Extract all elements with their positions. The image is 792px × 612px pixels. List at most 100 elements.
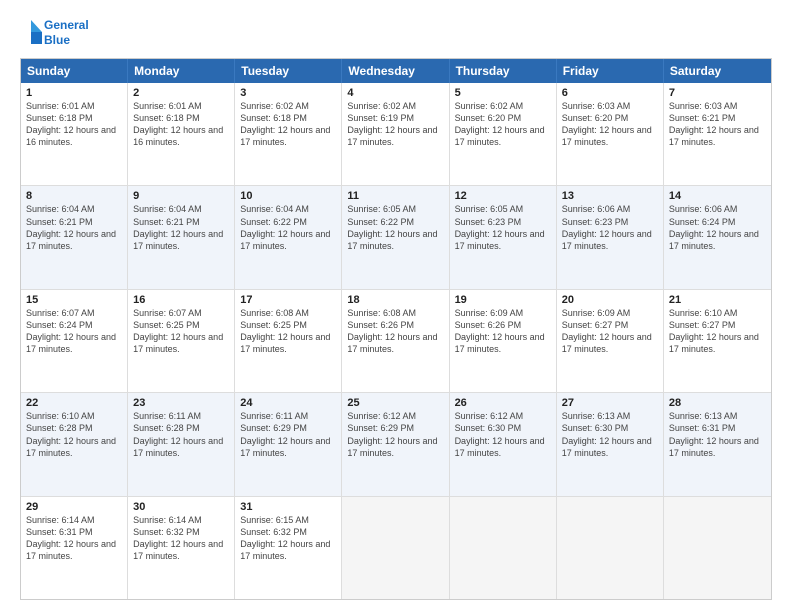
day-number: 9 bbox=[133, 190, 229, 202]
sunset-label: Sunset: 6:22 PM bbox=[347, 217, 414, 227]
daylight-label: Daylight: 12 hours and 17 minutes. bbox=[669, 229, 759, 251]
day-info: Sunrise: 6:04 AM Sunset: 6:22 PM Dayligh… bbox=[240, 203, 336, 252]
daylight-label: Daylight: 12 hours and 17 minutes. bbox=[133, 539, 223, 561]
empty-cell bbox=[450, 497, 557, 599]
sunset-label: Sunset: 6:25 PM bbox=[240, 320, 307, 330]
daylight-label: Daylight: 12 hours and 17 minutes. bbox=[133, 229, 223, 251]
day-cell-4: 4 Sunrise: 6:02 AM Sunset: 6:19 PM Dayli… bbox=[342, 83, 449, 185]
sunset-label: Sunset: 6:31 PM bbox=[669, 423, 736, 433]
day-cell-25: 25 Sunrise: 6:12 AM Sunset: 6:29 PM Dayl… bbox=[342, 393, 449, 495]
day-number: 25 bbox=[347, 397, 443, 409]
day-info: Sunrise: 6:01 AM Sunset: 6:18 PM Dayligh… bbox=[133, 100, 229, 149]
day-info: Sunrise: 6:11 AM Sunset: 6:28 PM Dayligh… bbox=[133, 410, 229, 459]
day-cell-10: 10 Sunrise: 6:04 AM Sunset: 6:22 PM Dayl… bbox=[235, 186, 342, 288]
sunrise-label: Sunrise: 6:07 AM bbox=[133, 308, 202, 318]
sunrise-label: Sunrise: 6:12 AM bbox=[347, 411, 416, 421]
day-cell-26: 26 Sunrise: 6:12 AM Sunset: 6:30 PM Dayl… bbox=[450, 393, 557, 495]
sunrise-label: Sunrise: 6:01 AM bbox=[26, 101, 95, 111]
day-number: 14 bbox=[669, 190, 766, 202]
day-cell-6: 6 Sunrise: 6:03 AM Sunset: 6:20 PM Dayli… bbox=[557, 83, 664, 185]
daylight-label: Daylight: 12 hours and 17 minutes. bbox=[26, 539, 116, 561]
daylight-label: Daylight: 12 hours and 17 minutes. bbox=[240, 436, 330, 458]
logo-text: General Blue bbox=[44, 18, 89, 48]
logo-bird-icon bbox=[20, 18, 42, 48]
sunrise-label: Sunrise: 6:02 AM bbox=[347, 101, 416, 111]
sunset-label: Sunset: 6:18 PM bbox=[26, 113, 93, 123]
day-number: 18 bbox=[347, 294, 443, 306]
day-number: 5 bbox=[455, 87, 551, 99]
day-info: Sunrise: 6:07 AM Sunset: 6:24 PM Dayligh… bbox=[26, 307, 122, 356]
header: General Blue bbox=[20, 18, 772, 48]
day-of-week-tuesday: Tuesday bbox=[235, 59, 342, 83]
daylight-label: Daylight: 12 hours and 17 minutes. bbox=[347, 229, 437, 251]
day-number: 6 bbox=[562, 87, 658, 99]
sunset-label: Sunset: 6:23 PM bbox=[562, 217, 629, 227]
sunrise-label: Sunrise: 6:06 AM bbox=[562, 204, 631, 214]
day-number: 19 bbox=[455, 294, 551, 306]
day-number: 31 bbox=[240, 501, 336, 513]
sunset-label: Sunset: 6:28 PM bbox=[133, 423, 200, 433]
day-of-week-sunday: Sunday bbox=[21, 59, 128, 83]
day-info: Sunrise: 6:10 AM Sunset: 6:28 PM Dayligh… bbox=[26, 410, 122, 459]
day-info: Sunrise: 6:15 AM Sunset: 6:32 PM Dayligh… bbox=[240, 514, 336, 563]
day-cell-28: 28 Sunrise: 6:13 AM Sunset: 6:31 PM Dayl… bbox=[664, 393, 771, 495]
day-cell-22: 22 Sunrise: 6:10 AM Sunset: 6:28 PM Dayl… bbox=[21, 393, 128, 495]
calendar-row-5: 29 Sunrise: 6:14 AM Sunset: 6:31 PM Dayl… bbox=[21, 497, 771, 599]
day-info: Sunrise: 6:08 AM Sunset: 6:25 PM Dayligh… bbox=[240, 307, 336, 356]
day-info: Sunrise: 6:02 AM Sunset: 6:20 PM Dayligh… bbox=[455, 100, 551, 149]
sunset-label: Sunset: 6:18 PM bbox=[240, 113, 307, 123]
daylight-label: Daylight: 12 hours and 17 minutes. bbox=[455, 436, 545, 458]
day-info: Sunrise: 6:14 AM Sunset: 6:31 PM Dayligh… bbox=[26, 514, 122, 563]
sunrise-label: Sunrise: 6:11 AM bbox=[133, 411, 201, 421]
day-cell-5: 5 Sunrise: 6:02 AM Sunset: 6:20 PM Dayli… bbox=[450, 83, 557, 185]
day-info: Sunrise: 6:05 AM Sunset: 6:22 PM Dayligh… bbox=[347, 203, 443, 252]
day-info: Sunrise: 6:11 AM Sunset: 6:29 PM Dayligh… bbox=[240, 410, 336, 459]
sunset-label: Sunset: 6:27 PM bbox=[669, 320, 736, 330]
sunrise-label: Sunrise: 6:08 AM bbox=[347, 308, 416, 318]
sunrise-label: Sunrise: 6:05 AM bbox=[455, 204, 524, 214]
sunrise-label: Sunrise: 6:08 AM bbox=[240, 308, 309, 318]
day-info: Sunrise: 6:13 AM Sunset: 6:30 PM Dayligh… bbox=[562, 410, 658, 459]
day-of-week-wednesday: Wednesday bbox=[342, 59, 449, 83]
day-cell-12: 12 Sunrise: 6:05 AM Sunset: 6:23 PM Dayl… bbox=[450, 186, 557, 288]
day-info: Sunrise: 6:06 AM Sunset: 6:23 PM Dayligh… bbox=[562, 203, 658, 252]
daylight-label: Daylight: 12 hours and 17 minutes. bbox=[26, 332, 116, 354]
day-number: 17 bbox=[240, 294, 336, 306]
sunset-label: Sunset: 6:32 PM bbox=[133, 527, 200, 537]
sunrise-label: Sunrise: 6:10 AM bbox=[26, 411, 95, 421]
sunrise-label: Sunrise: 6:13 AM bbox=[562, 411, 631, 421]
day-info: Sunrise: 6:04 AM Sunset: 6:21 PM Dayligh… bbox=[26, 203, 122, 252]
daylight-label: Daylight: 12 hours and 17 minutes. bbox=[455, 229, 545, 251]
sunset-label: Sunset: 6:22 PM bbox=[240, 217, 307, 227]
sunrise-label: Sunrise: 6:15 AM bbox=[240, 515, 309, 525]
daylight-label: Daylight: 12 hours and 17 minutes. bbox=[669, 125, 759, 147]
day-number: 27 bbox=[562, 397, 658, 409]
day-number: 10 bbox=[240, 190, 336, 202]
daylight-label: Daylight: 12 hours and 17 minutes. bbox=[347, 125, 437, 147]
daylight-label: Daylight: 12 hours and 17 minutes. bbox=[562, 125, 652, 147]
sunset-label: Sunset: 6:20 PM bbox=[455, 113, 522, 123]
day-cell-9: 9 Sunrise: 6:04 AM Sunset: 6:21 PM Dayli… bbox=[128, 186, 235, 288]
day-info: Sunrise: 6:12 AM Sunset: 6:29 PM Dayligh… bbox=[347, 410, 443, 459]
daylight-label: Daylight: 12 hours and 17 minutes. bbox=[347, 332, 437, 354]
sunset-label: Sunset: 6:24 PM bbox=[26, 320, 93, 330]
calendar-row-4: 22 Sunrise: 6:10 AM Sunset: 6:28 PM Dayl… bbox=[21, 393, 771, 496]
day-number: 11 bbox=[347, 190, 443, 202]
sunrise-label: Sunrise: 6:10 AM bbox=[669, 308, 738, 318]
day-info: Sunrise: 6:04 AM Sunset: 6:21 PM Dayligh… bbox=[133, 203, 229, 252]
day-info: Sunrise: 6:02 AM Sunset: 6:19 PM Dayligh… bbox=[347, 100, 443, 149]
day-cell-20: 20 Sunrise: 6:09 AM Sunset: 6:27 PM Dayl… bbox=[557, 290, 664, 392]
day-cell-31: 31 Sunrise: 6:15 AM Sunset: 6:32 PM Dayl… bbox=[235, 497, 342, 599]
day-number: 29 bbox=[26, 501, 122, 513]
day-number: 7 bbox=[669, 87, 766, 99]
day-number: 1 bbox=[26, 87, 122, 99]
day-info: Sunrise: 6:14 AM Sunset: 6:32 PM Dayligh… bbox=[133, 514, 229, 563]
calendar-body: 1 Sunrise: 6:01 AM Sunset: 6:18 PM Dayli… bbox=[21, 83, 771, 599]
day-info: Sunrise: 6:07 AM Sunset: 6:25 PM Dayligh… bbox=[133, 307, 229, 356]
sunrise-label: Sunrise: 6:02 AM bbox=[455, 101, 524, 111]
sunset-label: Sunset: 6:32 PM bbox=[240, 527, 307, 537]
sunset-label: Sunset: 6:19 PM bbox=[347, 113, 414, 123]
sunrise-label: Sunrise: 6:09 AM bbox=[562, 308, 631, 318]
sunset-label: Sunset: 6:25 PM bbox=[133, 320, 200, 330]
daylight-label: Daylight: 12 hours and 17 minutes. bbox=[455, 125, 545, 147]
